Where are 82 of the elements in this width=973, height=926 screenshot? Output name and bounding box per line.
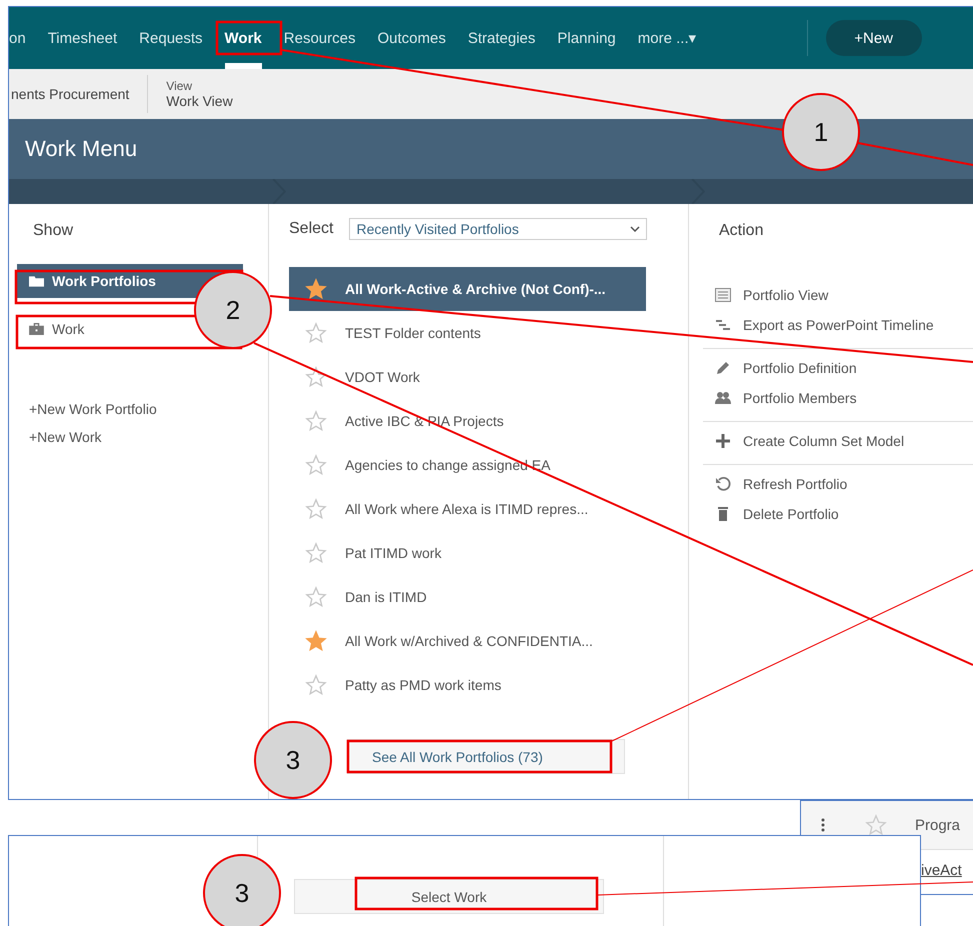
refresh-icon [715, 476, 731, 492]
portfolio-name: All Work-Active & Archive (Not Conf)-... [345, 281, 606, 297]
action-label: Portfolio Members [743, 390, 857, 406]
nav-tab[interactable]: Planning [557, 7, 616, 69]
new-button[interactable]: +New [826, 20, 922, 56]
callout-marker: 1 [782, 93, 860, 171]
action-item[interactable]: Refresh Portfolio [703, 473, 973, 495]
column-heading: Show [33, 222, 74, 240]
action-label: Refresh Portfolio [743, 476, 848, 492]
action-item[interactable]: Portfolio View [703, 284, 973, 306]
timeline-icon [715, 317, 731, 333]
nav-tab[interactable]: Outcomes [377, 7, 446, 69]
star-icon[interactable] [305, 366, 327, 388]
action-label: Portfolio View [743, 287, 828, 303]
show-item-label: Work [52, 321, 84, 337]
view-label: View [166, 79, 194, 93]
table-cell: iveAct [921, 862, 962, 878]
portfolio-name: All Work where Alexa is ITIMD repres... [345, 501, 588, 517]
callout-marker: 2 [194, 271, 272, 349]
table-cell: Progra [915, 816, 960, 834]
portfolio-name: Pat ITIMD work [345, 545, 442, 561]
callout-marker: 3 [203, 854, 281, 926]
star-icon[interactable] [305, 630, 327, 652]
pencil-icon [715, 360, 731, 376]
menu-title: Work Menu [25, 136, 138, 162]
show-item[interactable]: Work [17, 312, 92, 346]
star-icon[interactable] [305, 542, 327, 564]
action-label: Portfolio Definition [743, 360, 857, 376]
portfolio-name: All Work w/Archived & CONFIDENTIA... [345, 633, 593, 649]
portfolio-name: Patty as PMD work items [345, 677, 502, 693]
portfolio-item[interactable]: TEST Folder contents [289, 311, 646, 355]
star-icon[interactable] [305, 410, 327, 432]
plus-icon [715, 433, 731, 449]
nav-tab[interactable]: on [9, 7, 26, 69]
nav-tab[interactable]: more ...▾ [638, 7, 697, 69]
portfolio-dropdown[interactable]: Recently Visited Portfolios [349, 218, 648, 240]
star-icon[interactable] [865, 814, 887, 836]
star-icon[interactable] [305, 586, 327, 608]
briefcase-icon [29, 323, 44, 335]
star-icon[interactable] [305, 674, 327, 696]
portfolio-item[interactable]: Dan is ITIMD [289, 575, 646, 619]
nav-tab[interactable]: Requests [139, 7, 203, 69]
new-link[interactable]: +New Work [29, 429, 268, 445]
caret-icon [630, 226, 640, 232]
nav-tab[interactable]: Resources [284, 7, 356, 69]
portfolio-item[interactable]: Patty as PMD work items [289, 663, 646, 707]
dropdown-value: Recently Visited Portfolios [356, 221, 519, 237]
action-label: Export as PowerPoint Timeline [743, 317, 934, 333]
star-icon[interactable] [305, 322, 327, 344]
column-heading: Select [289, 220, 334, 238]
action-label: Delete Portfolio [743, 506, 839, 522]
portfolio-item[interactable]: All Work where Alexa is ITIMD repres... [289, 487, 646, 531]
portfolio-name: TEST Folder contents [345, 325, 481, 341]
portfolio-item[interactable]: All Work-Active & Archive (Not Conf)-... [289, 267, 646, 311]
portfolio-item[interactable]: Pat ITIMD work [289, 531, 646, 575]
portfolio-item[interactable]: VDOT Work [289, 355, 646, 399]
nav-tab[interactable]: Strategies [468, 7, 536, 69]
action-item[interactable]: Portfolio Members [703, 387, 973, 409]
star-icon[interactable] [305, 498, 327, 520]
action-label: Create Column Set Model [743, 433, 904, 449]
portfolio-name: VDOT Work [345, 369, 420, 385]
view-selector[interactable]: Work View [166, 93, 233, 109]
new-link[interactable]: +New Work Portfolio [29, 401, 268, 417]
action-item[interactable]: Create Column Set Model [703, 430, 973, 452]
show-item-label: Work Portfolios [52, 273, 156, 289]
folder-icon [29, 275, 44, 287]
portfolio-item[interactable]: All Work w/Archived & CONFIDENTIA... [289, 619, 646, 663]
action-item[interactable]: Portfolio Definition [703, 357, 973, 379]
callout-marker: 3 [254, 721, 332, 799]
nav-tab[interactable]: Timesheet [48, 7, 118, 69]
highlight-box [216, 20, 282, 56]
people-icon [715, 390, 731, 406]
more-icon[interactable] [821, 818, 825, 832]
portfolio-name: Dan is ITIMD [345, 589, 427, 605]
list-icon [715, 287, 731, 303]
star-icon[interactable] [305, 278, 327, 300]
action-item[interactable]: Delete Portfolio [703, 503, 973, 525]
star-icon[interactable] [305, 454, 327, 476]
trash-icon [715, 506, 731, 522]
column-heading: Action [719, 222, 764, 240]
breadcrumb-tab[interactable]: nents Procurement [11, 86, 130, 102]
action-item[interactable]: Export as PowerPoint Timeline [703, 314, 973, 336]
